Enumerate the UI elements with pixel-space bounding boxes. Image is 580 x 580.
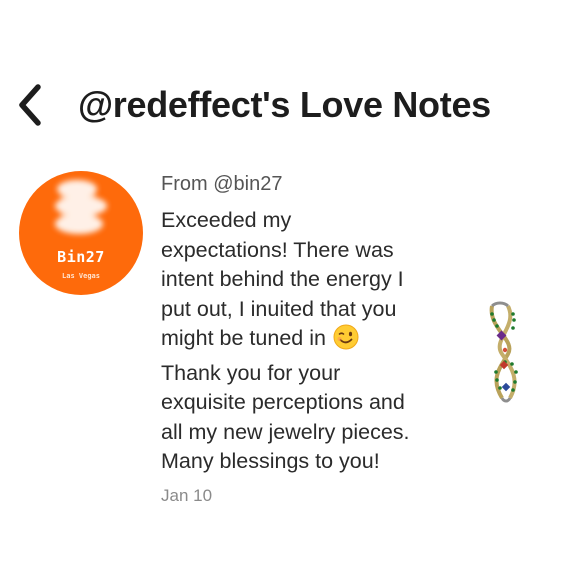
page-title: @redeffect's Love Notes — [78, 84, 491, 125]
note-date: Jan 10 — [161, 485, 213, 505]
avatar[interactable]: Bin27 Las Vegas — [19, 171, 143, 295]
chevron-left-icon — [19, 84, 41, 126]
back-button[interactable] — [8, 80, 52, 130]
bracelet-image-icon — [489, 301, 518, 403]
note-from-link[interactable]: From @bin27 — [161, 170, 421, 198]
winking-face-emoji-icon — [333, 324, 359, 359]
note-body-text: Exceeded my expectations! There was inte… — [161, 208, 404, 350]
product-thumbnail[interactable] — [478, 298, 534, 408]
page-header: @redeffect's Love Notes — [0, 70, 580, 140]
avatar-name: Bin27 — [57, 248, 105, 266]
note-body-text-continued: Thank you for your exquisite perceptions… — [161, 360, 410, 474]
note-body: Exceeded my expectations! There was inte… — [161, 206, 421, 477]
avatar-subtitle: Las Vegas — [62, 272, 100, 280]
love-note: From @bin27 Exceeded my expectations! Th… — [161, 170, 421, 507]
